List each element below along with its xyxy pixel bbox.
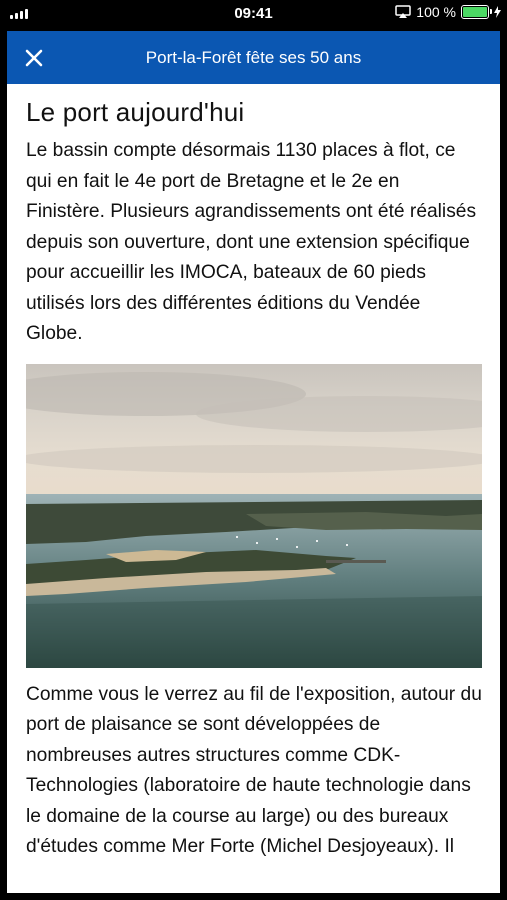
charging-bolt-icon <box>494 6 501 18</box>
harbor-aerial-photo <box>26 363 482 668</box>
article-paragraph-2: Comme vous le verrez au fil de l'exposit… <box>26 683 482 858</box>
app-window: Port-la-Forêt fête ses 50 ans Le port au… <box>7 31 500 893</box>
battery-percentage: 100 % <box>416 4 456 20</box>
header-bar: Port-la-Forêt fête ses 50 ans <box>7 31 500 84</box>
article-paragraph-1: Le bassin compte désormais 1130 places à… <box>26 140 477 344</box>
status-bar: 09:41 100 % <box>0 0 507 28</box>
close-button[interactable] <box>21 45 47 71</box>
header-title: Port-la-Forêt fête ses 50 ans <box>145 48 362 67</box>
article-heading: Le port aujourd'hui <box>26 97 245 127</box>
close-icon <box>25 49 43 67</box>
airplay-icon <box>395 5 412 18</box>
battery-icon <box>461 5 492 19</box>
article-content: Le port aujourd'hui Le bassin compte dés… <box>26 84 482 863</box>
